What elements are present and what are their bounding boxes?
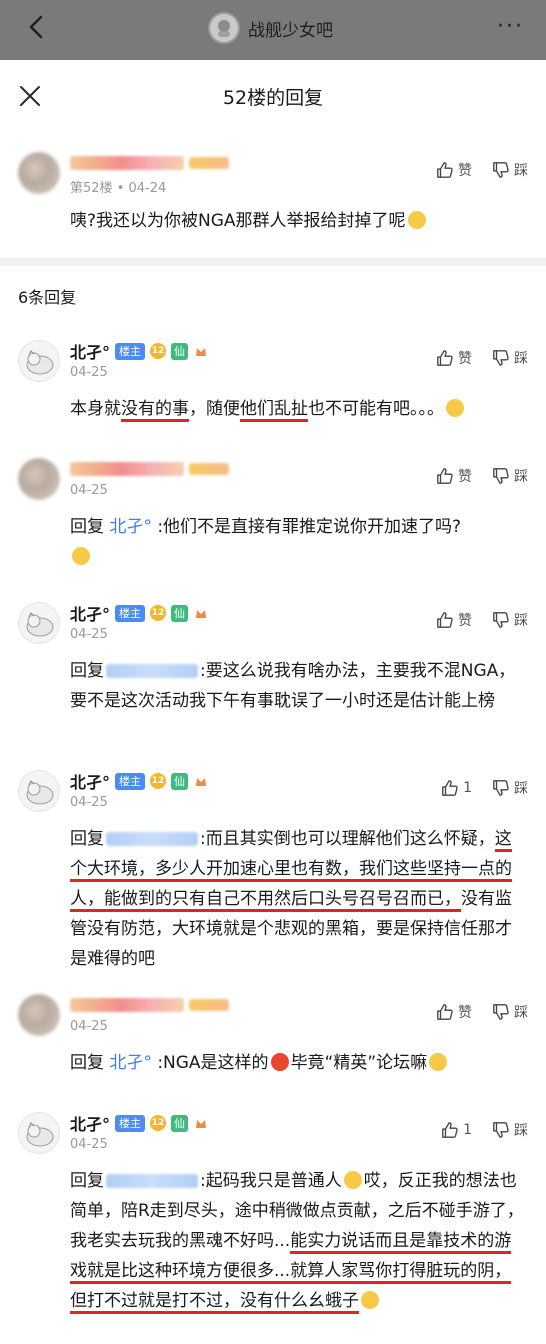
reply-item: 北孑° 楼主 12 仙 04-25 本身就没有的事，随便他们乱扯也不可能有吧。。…: [0, 322, 546, 440]
dislike-button[interactable]: 踩: [492, 160, 528, 180]
emoji-icon: [270, 1053, 289, 1071]
username[interactable]: 北孑°: [70, 769, 110, 793]
like-button[interactable]: 赞: [436, 348, 472, 368]
like-button[interactable]: 1: [441, 779, 472, 797]
like-button[interactable]: 1: [441, 1121, 472, 1139]
username-blurred[interactable]: [70, 462, 184, 476]
title-badge: 仙: [171, 1114, 189, 1132]
reply-item: 北孑° 楼主 12 仙 04-25 回复:起码我只是普通人 哎，反正我的想法也简单…: [0, 1094, 546, 1314]
thumbs-up-icon: [437, 350, 453, 366]
section-divider: [0, 258, 546, 266]
level-badge: 12: [150, 605, 167, 621]
avatar[interactable]: [18, 1112, 60, 1154]
reply-text: 回复 北孑° :他们不是直接有罪推定说你开加速了吗?: [70, 512, 528, 572]
sheet-title: 52楼的回复: [222, 86, 324, 109]
thumbs-down-icon: [493, 780, 509, 796]
member-icon: [193, 605, 209, 621]
dislike-button[interactable]: 踩: [492, 466, 528, 486]
mention-link-blurred[interactable]: [106, 832, 198, 846]
top-nav-bar: 战舰少女吧 ···: [0, 0, 546, 60]
thumbs-down-icon: [493, 162, 509, 178]
member-icon: [193, 773, 209, 789]
thumbs-up-icon: [437, 1004, 453, 1020]
member-icon: [193, 343, 209, 359]
emoji-icon: [407, 211, 426, 229]
sheet-header: 52楼的回复: [0, 66, 546, 126]
op-badge: 楼主: [115, 604, 146, 622]
reply-text: 本身就没有的事，随便他们乱扯也不可能有吧。。。: [70, 394, 528, 424]
username[interactable]: 北孑°: [70, 339, 110, 363]
avatar[interactable]: [18, 458, 60, 500]
user-badges-blurred: [189, 157, 229, 169]
thumbs-down-icon: [493, 612, 509, 628]
level-badge: 12: [150, 1115, 167, 1131]
mention-link-blurred[interactable]: [106, 664, 198, 678]
emoji-icon: [343, 1171, 362, 1189]
like-button[interactable]: 赞: [436, 610, 472, 630]
username[interactable]: 北孑°: [70, 601, 110, 625]
more-icon[interactable]: ···: [497, 14, 524, 39]
mention-link[interactable]: 北孑°: [109, 517, 152, 537]
title-badge: 仙: [171, 604, 189, 622]
reply-item: 04-25 回复 北孑° :他们不是直接有罪推定说你开加速了吗? 赞 踩: [0, 440, 546, 584]
avatar[interactable]: [18, 152, 60, 194]
emoji-icon: [72, 547, 90, 565]
reply-item: 北孑° 楼主 12 仙 04-25 回复:而且其实倒也可以理解他们这么怀疑，这个…: [0, 752, 546, 976]
dislike-button[interactable]: 踩: [492, 1002, 528, 1022]
forum-avatar: [208, 12, 240, 44]
thumbs-up-icon: [437, 468, 453, 484]
op-badge: 楼主: [115, 1114, 146, 1132]
reply-sheet: 52楼的回复 第52楼 • 04-24 咦?我还以为你被NGA那群人举报给封掉了…: [0, 66, 546, 1344]
back-icon[interactable]: [22, 12, 52, 42]
reply-text: 回复 北孑° :NGA是这样的 毕竟“精英”论坛嘛: [70, 1048, 528, 1078]
emoji-icon: [361, 1291, 379, 1309]
mention-link-blurred[interactable]: [106, 1174, 198, 1188]
title-badge: 仙: [171, 772, 189, 790]
avatar[interactable]: [18, 994, 60, 1036]
level-badge: 12: [150, 343, 167, 359]
user-badges-blurred: [189, 463, 229, 475]
forum-header[interactable]: 战舰少女吧: [208, 12, 333, 44]
user-badges-blurred: [189, 999, 229, 1011]
reply-text: 回复:而且其实倒也可以理解他们这么怀疑，这个大环境，多少人开加速心里也有数，我们…: [70, 829, 512, 969]
forum-name: 战舰少女吧: [248, 20, 333, 41]
member-icon: [193, 1115, 209, 1131]
username-blurred[interactable]: [70, 156, 184, 170]
mention-link[interactable]: 北孑°: [109, 1053, 152, 1073]
thumbs-down-icon: [493, 1004, 509, 1020]
level-badge: 12: [150, 773, 167, 789]
emoji-icon: [429, 1053, 448, 1071]
thumbs-up-icon: [442, 1122, 458, 1138]
op-badge: 楼主: [115, 772, 146, 790]
dislike-button[interactable]: 踩: [492, 610, 528, 630]
emoji-icon: [446, 399, 464, 417]
reply-text: 回复:要这么说我有啥办法，主要我不混NGA，要不是这次活动我下午有事耽误了一小时…: [70, 661, 516, 711]
dislike-button[interactable]: 踩: [492, 1120, 528, 1140]
floor-post: 第52楼 • 04-24 咦?我还以为你被NGA那群人举报给封掉了呢 赞 踩: [0, 126, 546, 258]
reply-item: 04-25 回复 北孑° :NGA是这样的 毕竟“精英”论坛嘛 赞 踩: [0, 976, 546, 1094]
thumbs-down-icon: [493, 350, 509, 366]
title-badge: 仙: [171, 342, 189, 360]
reply-count: 6条回复: [18, 288, 77, 307]
thumbs-down-icon: [493, 1122, 509, 1138]
like-button[interactable]: 赞: [436, 466, 472, 486]
thumbs-down-icon: [493, 468, 509, 484]
username-blurred[interactable]: [70, 998, 184, 1012]
reply-item: 北孑° 楼主 12 仙 04-25 回复:要这么说我有啥办法，主要我不混NGA，…: [0, 584, 546, 752]
username[interactable]: 北孑°: [70, 1111, 110, 1135]
avatar[interactable]: [18, 340, 60, 382]
close-icon[interactable]: [14, 80, 46, 112]
like-button[interactable]: 赞: [436, 160, 472, 180]
dislike-button[interactable]: 踩: [492, 778, 528, 798]
avatar[interactable]: [18, 602, 60, 644]
thumbs-up-icon: [437, 612, 453, 628]
thumbs-up-icon: [442, 780, 458, 796]
like-button[interactable]: 赞: [436, 1002, 472, 1022]
dislike-button[interactable]: 踩: [492, 348, 528, 368]
reply-text: 回复:起码我只是普通人 哎，反正我的想法也简单，陪R走到尽头，途中稍微做点贡献，之…: [70, 1166, 528, 1316]
thumbs-up-icon: [437, 162, 453, 178]
avatar[interactable]: [18, 770, 60, 812]
op-badge: 楼主: [115, 342, 146, 360]
post-text: 咦?我还以为你被NGA那群人举报给封掉了呢: [70, 206, 528, 236]
